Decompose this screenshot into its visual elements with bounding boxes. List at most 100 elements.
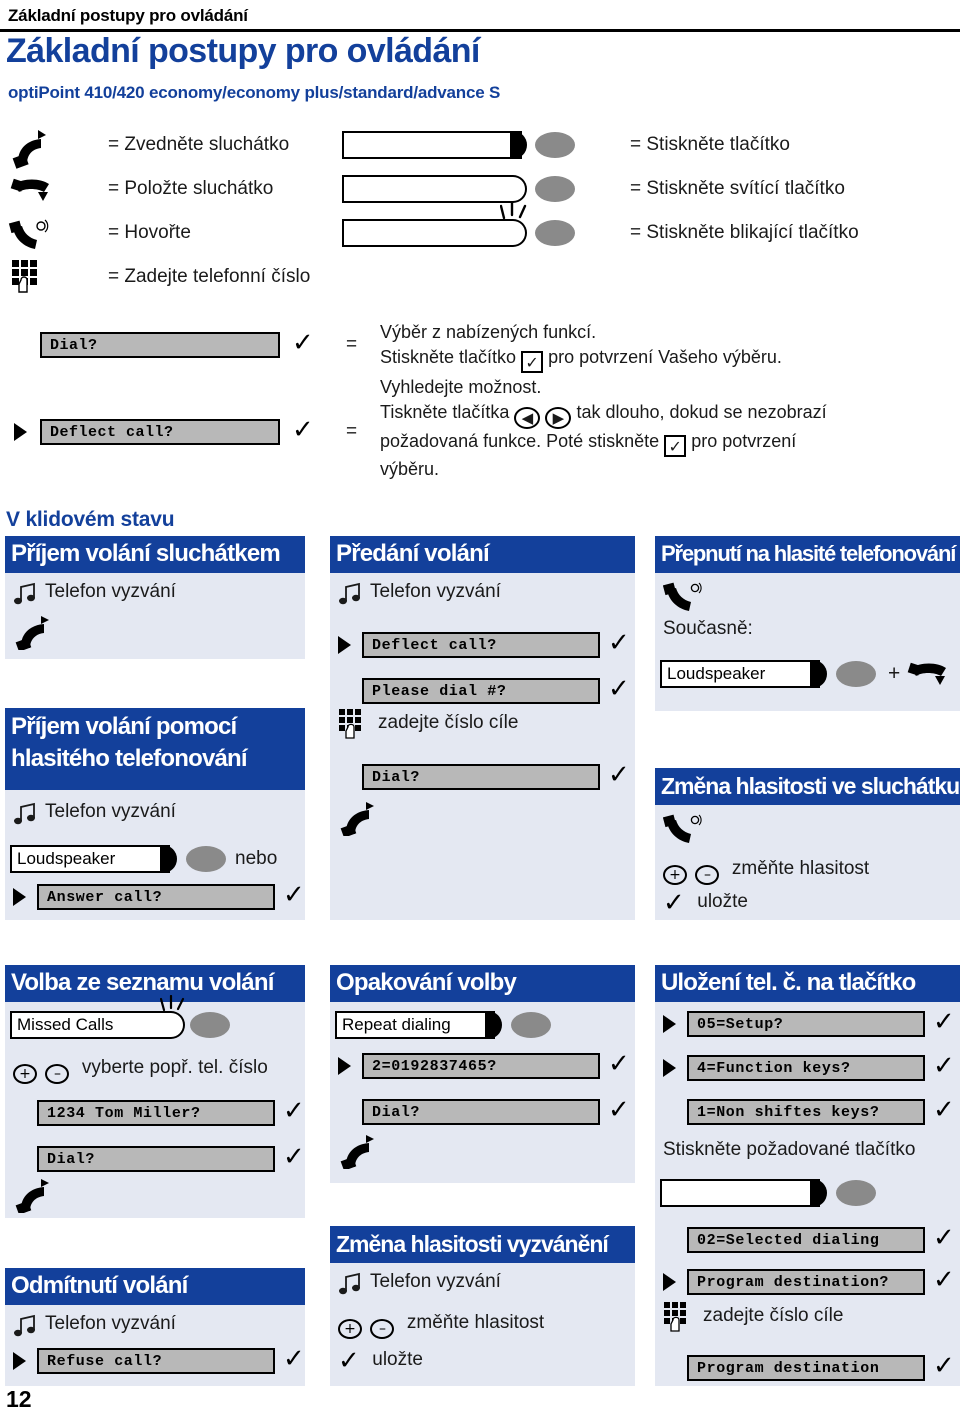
display-field[interactable]: Refuse call?: [37, 1348, 275, 1374]
repeat-dialing-key[interactable]: Repeat dialing: [335, 1009, 565, 1043]
legend-label: = Hovořte: [108, 222, 191, 243]
confirm-check-icon: ✓: [663, 888, 685, 918]
confirm-check-icon: ✓: [933, 1351, 955, 1381]
volume-down-key-icon[interactable]: –: [45, 1064, 70, 1084]
save-row: ✓ uložte: [338, 1348, 423, 1374]
panel-switch-speaker: Přepnutí na hlasité telefonování Současn…: [655, 536, 960, 711]
volume-up-key-icon[interactable]: +: [13, 1064, 37, 1084]
equals-sign: =: [346, 334, 358, 355]
plus-sign: +: [888, 662, 901, 685]
explanation-line-part: tak dlouho, dokud se nezobrazí: [576, 402, 827, 422]
panel-call-list: Volba ze seznamu volání Missed Calls + –: [5, 965, 305, 1218]
page-number: 12: [6, 1386, 32, 1412]
simultaneously-label: Současně:: [663, 618, 753, 639]
display-field[interactable]: 1234 Tom Miller?: [37, 1100, 275, 1126]
handset-talk-icon: [663, 580, 709, 614]
panel-title: Přepnutí na hlasité telefonování: [655, 536, 960, 573]
explanation-line: požadovaná funkce. Poté stiskněte ✓ pro …: [380, 429, 955, 457]
page-title: Základní postupy pro ovládání: [6, 32, 480, 70]
handset-talk-icon: [663, 812, 709, 846]
explanation-line-part: Tiskněte tlačítka: [380, 402, 510, 422]
option-arrow-icon: [13, 888, 26, 906]
display-field-text: Dial?: [47, 1151, 96, 1168]
page-subtitle: optiPoint 410/420 economy/economy plus/s…: [8, 83, 501, 102]
select-row: + – vyberte popř. tel. číslo: [13, 1057, 268, 1084]
loudspeaker-key[interactable]: Loudspeaker: [10, 843, 240, 877]
option-arrow-icon: [663, 1015, 676, 1033]
panel-title: Příjem volání sluchátkem: [5, 536, 305, 573]
confirm-check-icon: ✓: [608, 760, 630, 790]
display-field[interactable]: Dial?: [362, 764, 600, 790]
explanation-line: Stiskněte tlačítko ✓ pro potvrzení Vašeh…: [380, 345, 955, 373]
panel-title: Odmítnutí volání: [5, 1268, 305, 1305]
loudspeaker-key[interactable]: Loudspeaker: [660, 658, 890, 692]
display-field-text: Dial?: [372, 769, 421, 786]
volume-down-key-icon[interactable]: –: [695, 865, 720, 885]
display-field-text: 02=Selected dialing: [697, 1232, 880, 1249]
display-field[interactable]: 02=Selected dialing: [687, 1227, 925, 1253]
display-field-text: Program destination?: [697, 1274, 890, 1291]
display-field[interactable]: Please dial #?: [362, 678, 600, 704]
equals-sign: =: [346, 421, 358, 442]
confirm-check-icon: ✓: [608, 628, 630, 658]
display-field[interactable]: 05=Setup?: [687, 1011, 925, 1037]
display-field[interactable]: 4=Function keys?: [687, 1055, 925, 1081]
explanation-line-part: Stiskněte tlačítko: [380, 347, 517, 367]
key-label: Missed Calls: [17, 1015, 114, 1034]
display-field[interactable]: Program destination?: [687, 1269, 925, 1295]
confirm-check-icon: ✓: [283, 1142, 305, 1172]
key-label: Loudspeaker: [667, 664, 766, 683]
missed-calls-key[interactable]: Missed Calls: [10, 995, 240, 1043]
handset-lift-icon: [338, 802, 384, 836]
blank-key[interactable]: [660, 1177, 890, 1211]
option-arrow-icon: [338, 636, 351, 654]
display-field-text: Refuse call?: [47, 1353, 163, 1370]
handset-lift-icon: [338, 1135, 384, 1169]
option-arrow-icon: [338, 1057, 351, 1075]
confirm-check-icon: ✓: [933, 1223, 955, 1253]
panel-deflect: Předání volání Telefon vyzvání Deflect c…: [330, 536, 635, 920]
display-field[interactable]: Dial?: [362, 1099, 600, 1125]
keypad-label: zadejte číslo cíle: [703, 1305, 844, 1326]
save-row: ✓ uložte: [663, 890, 748, 916]
confirm-check-icon: ✓: [283, 1344, 305, 1374]
panel-title: Změna hlasitosti vyzvánění: [330, 1226, 635, 1263]
volume-up-key-icon[interactable]: +: [663, 865, 687, 885]
ring-label: Telefon vyzvání: [370, 581, 501, 602]
display-field[interactable]: Deflect call?: [362, 632, 600, 658]
or-label: nebo: [235, 848, 278, 869]
volume-row: + – změňte hlasitost: [338, 1312, 544, 1339]
volume-down-key-icon[interactable]: –: [370, 1319, 395, 1339]
confirm-check-icon: ✓: [933, 1265, 955, 1295]
display-field-text: Program destination: [697, 1360, 880, 1377]
explanation-line-part: požadovaná funkce. Poté stiskněte: [380, 431, 660, 451]
key-solid-icon: [342, 129, 575, 163]
confirm-check-icon: ✓: [283, 1096, 305, 1126]
display-field[interactable]: Answer call?: [37, 884, 275, 910]
panel-accept-handset: Příjem volání sluchátkem Telefon vyzvání: [5, 536, 305, 659]
confirm-check-icon: ✓: [608, 1095, 630, 1125]
section-kicker: V klidovém stavu: [6, 508, 175, 531]
explanation-block: Dial? ✓ = Výběr z nabízených funkcí. Sti…: [0, 318, 960, 488]
panel-title: Uložení tel. č. na tlačítko: [655, 965, 960, 1002]
display-field[interactable]: Program destination: [687, 1355, 925, 1381]
display-field[interactable]: 2=0192837465?: [362, 1053, 600, 1079]
key-label: Repeat dialing: [342, 1015, 451, 1034]
panel-accept-speaker: Příjem volání pomocí hlasitého telefonov…: [5, 708, 305, 920]
handset-talk-icon: [8, 214, 54, 258]
handset-lift-icon: [8, 126, 54, 170]
panel-title: Příjem volání pomocí hlasitého telefonov…: [5, 708, 305, 790]
panel-title: Změna hlasitosti ve sluchátku: [655, 768, 960, 805]
panel-handset-volume: Změna hlasitosti ve sluchátku + – změňte…: [655, 768, 960, 920]
display-field[interactable]: 1=Non shiftes keys?: [687, 1099, 925, 1125]
ring-label: Telefon vyzvání: [370, 1271, 501, 1292]
display-field-text: Answer call?: [47, 889, 163, 906]
volume-up-key-icon[interactable]: +: [338, 1319, 362, 1339]
select-label: vyberte popř. tel. číslo: [81, 1057, 268, 1078]
display-field[interactable]: Dial?: [37, 1146, 275, 1172]
option-arrow-icon: [663, 1059, 676, 1077]
option-arrow-icon: [13, 1352, 26, 1370]
ring-label: Telefon vyzvání: [45, 801, 176, 822]
legend-row: = Položte sluchátko = Stiskněte svítící …: [0, 170, 960, 214]
ok-key-icon: ✓: [664, 435, 687, 457]
